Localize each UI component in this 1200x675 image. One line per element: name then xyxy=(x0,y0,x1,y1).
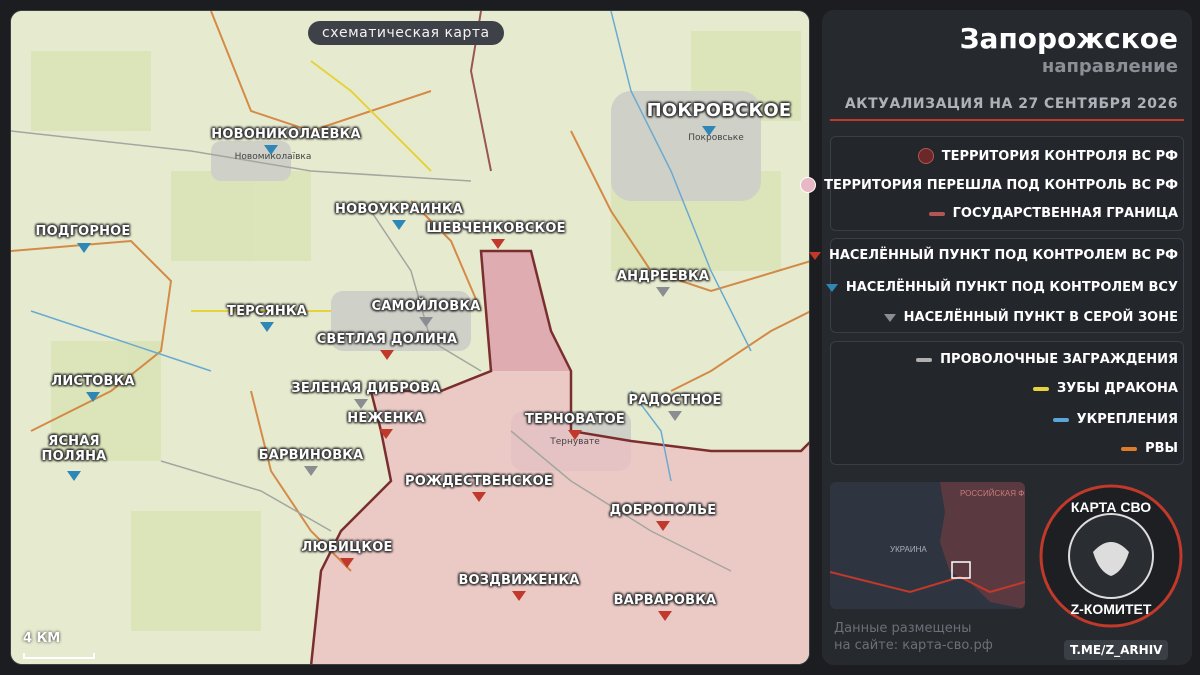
city-label: Листовка xyxy=(51,374,135,389)
city-label: Неженка xyxy=(347,411,425,426)
ua-settlement-icon xyxy=(825,283,838,292)
scale-bar xyxy=(23,653,95,659)
ru-control-marker-icon xyxy=(379,429,393,439)
territory-ru-swatch-icon xyxy=(917,148,934,164)
city-label: Светлая Долина xyxy=(316,332,458,347)
grey-settlement-icon xyxy=(883,313,896,322)
legend-item: УКРЕПЛЕНИЯ xyxy=(1052,412,1178,427)
city-label: Варваровка xyxy=(613,593,717,608)
city-label: Подгорное xyxy=(35,224,131,239)
city-label: Зеленая Диброва xyxy=(291,381,441,396)
city-label: Шевченковское xyxy=(426,221,566,236)
legend-item: ЗУБЫ ДРАКОНА xyxy=(1033,381,1178,396)
ua-control-marker-icon xyxy=(392,220,406,230)
legend-item: ТЕРРИТОРИЯ ПЕРЕШЛА ПОД КОНТРОЛЬ ВС РФ xyxy=(800,177,1178,193)
ua-control-marker-icon xyxy=(260,322,274,332)
fortification-line-icon xyxy=(1052,417,1069,422)
city-label: Андреевка xyxy=(616,269,710,284)
ua-control-marker-icon xyxy=(77,243,91,253)
city-label: Терсянка xyxy=(227,304,307,319)
legend-item: ГОСУДАРСТВЕННАЯ ГРАНИЦА xyxy=(928,206,1178,221)
border-line-icon xyxy=(928,211,945,216)
legend-item: НАСЕЛЁННЫЙ ПУНКТ ПОД КОНТРОЛЕМ ВС РФ xyxy=(808,248,1178,263)
minimap-label-ua: УКРАИНА xyxy=(890,545,927,554)
map-panel[interactable]: схематическая карта Новониколаевка Новом… xyxy=(10,10,810,665)
city-label: Любицкое xyxy=(301,540,393,555)
telegram-link[interactable]: T.ME/Z_ARHIV xyxy=(1064,640,1169,660)
logo-top-text: КАРТА СВО xyxy=(1071,499,1151,515)
city-label: Радостное xyxy=(628,393,722,408)
logo-emblem: КАРТА СВО Z-КОМИТЕТ xyxy=(1039,484,1183,628)
legend-item: НАСЕЛЁННЫЙ ПУНКТ ПОД КОНТРОЛЕМ ВСУ xyxy=(825,280,1178,295)
wire-line-icon xyxy=(916,357,933,362)
city-sublabel: Тернувате xyxy=(550,437,600,447)
legend-item: РВЫ xyxy=(1121,441,1178,456)
logo-bottom-text: Z-КОМИТЕТ xyxy=(1071,601,1152,617)
minimap-graphic: РОССИЙСКАЯ ФЕДЕРАЦИЯ УКРАИНА xyxy=(830,482,1025,609)
grey-zone-marker-icon xyxy=(304,466,318,476)
dragon-teeth-line-icon xyxy=(1033,386,1050,391)
city-label: Барвиновка xyxy=(258,448,364,463)
ru-control-marker-icon xyxy=(380,350,394,360)
legend-item: ТЕРРИТОРИЯ КОНТРОЛЯ ВС РФ xyxy=(917,148,1178,164)
grey-zone-marker-icon xyxy=(354,399,368,409)
legend-item: ПРОВОЛОЧНЫЕ ЗАГРАЖДЕНИЯ xyxy=(916,352,1178,367)
ru-settlement-icon xyxy=(808,251,821,260)
grey-zone-marker-icon xyxy=(419,317,433,327)
divider xyxy=(830,119,1184,121)
ru-control-marker-icon xyxy=(656,521,670,531)
update-date: АКТУАЛИЗАЦИЯ НА 27 СЕНТЯБРЯ 2026 xyxy=(844,96,1178,112)
map-title: схематическая карта xyxy=(308,21,504,45)
city-label: Рождественское xyxy=(405,474,553,489)
ru-control-marker-icon xyxy=(340,558,354,568)
direction-title: Запорожское xyxy=(959,22,1178,55)
grey-zone-marker-icon xyxy=(656,287,670,297)
ru-control-marker-icon xyxy=(491,239,505,249)
logo: КАРТА СВО Z-КОМИТЕТ xyxy=(1037,482,1185,630)
territory-new-swatch-icon xyxy=(800,177,817,193)
city-sublabel: Новомиколаївка xyxy=(234,152,312,162)
city-label: Воздвиженка xyxy=(458,573,580,588)
site-note: Данные размещены на сайте: карта-сво.рф xyxy=(834,621,993,653)
ru-control-marker-icon xyxy=(658,611,672,621)
legend-panel: Запорожское направление АКТУАЛИЗАЦИЯ НА … xyxy=(800,10,1192,665)
city-label: Покровское xyxy=(646,100,792,121)
legend-item: НАСЕЛЁННЫЙ ПУНКТ В СЕРОЙ ЗОНЕ xyxy=(883,310,1178,325)
trench-line-icon xyxy=(1121,446,1138,451)
city-label: Ясная Поляна xyxy=(41,434,107,464)
ua-control-marker-icon xyxy=(67,471,81,481)
grey-zone-marker-icon xyxy=(668,411,682,421)
minimap-label-ru: РОССИЙСКАЯ ФЕДЕРАЦИЯ xyxy=(960,489,1025,498)
city-sublabel: Покровське xyxy=(688,133,744,143)
city-label: Новоукраинка xyxy=(335,202,463,217)
scale-label: 4 КМ xyxy=(23,631,61,646)
direction-subtitle: направление xyxy=(1041,56,1178,77)
ru-control-marker-icon xyxy=(512,591,526,601)
city-label: Самойловка xyxy=(371,299,481,314)
overview-minimap[interactable]: РОССИЙСКАЯ ФЕДЕРАЦИЯ УКРАИНА xyxy=(830,482,1025,609)
ua-control-marker-icon xyxy=(86,392,100,402)
ru-control-marker-icon xyxy=(472,492,486,502)
city-label: Доброполье xyxy=(609,503,717,518)
city-label: Терноватое xyxy=(525,412,625,427)
city-label: Новониколаевка xyxy=(211,127,361,142)
